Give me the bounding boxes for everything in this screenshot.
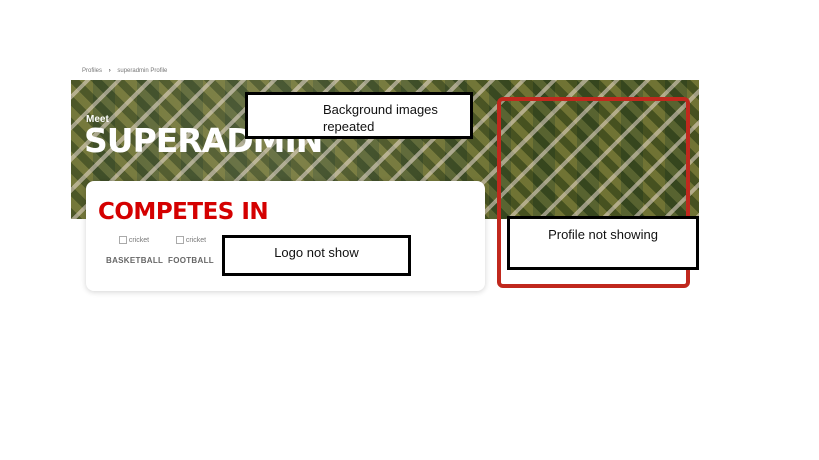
annotation-profile: Profile not showing (507, 216, 699, 270)
competes-title: COMPETES IN (98, 199, 269, 225)
breadcrumb-profiles-link[interactable]: Profiles (82, 68, 102, 74)
annotation-logo-text: Logo not show (274, 245, 359, 260)
broken-image-icon (175, 236, 184, 244)
sport-item-basketball: cricket BASKETBALL (106, 236, 164, 265)
annotation-logo: Logo not show (222, 235, 411, 276)
sport-logo-broken: cricket (106, 236, 162, 244)
broken-image-icon (118, 236, 127, 244)
sport-logo-broken: cricket (163, 236, 219, 244)
sport-label: FOOTBALL (168, 256, 214, 265)
sport-item-football: cricket FOOTBALL (163, 236, 219, 265)
annotation-background-text: Background images repeated (323, 102, 438, 134)
sport-logo-alt: cricket (185, 236, 207, 244)
sport-label: BASKETBALL (106, 256, 164, 265)
annotation-background: Background images repeated (245, 92, 473, 139)
breadcrumb: Profiles › superadmin Profile (82, 68, 167, 74)
breadcrumb-current: superadmin Profile (117, 68, 168, 74)
sport-logo-alt: cricket (128, 236, 150, 244)
annotation-profile-text: Profile not showing (548, 227, 658, 242)
chevron-right-icon: › (108, 68, 111, 74)
